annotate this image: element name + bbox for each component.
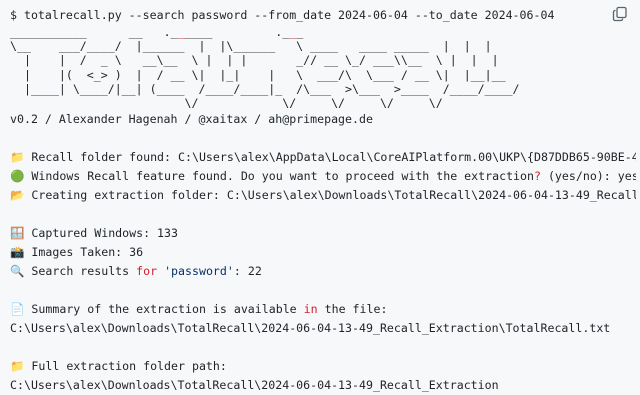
banner-line: ___________ __ .______ .___ (10, 25, 304, 39)
copy-button[interactable] (612, 6, 628, 22)
summary-line: 📄 Summary of the extraction is available… (10, 302, 388, 317)
banner-line: | | / _ \ __\__ \ | | | _// __ \_/ ___\\… (10, 53, 499, 68)
command-line: $ totalrecall.py --search password --fro… (10, 8, 555, 22)
banner-line: \__ ___/____/ |______ | |\______ \ ____ … (10, 39, 492, 54)
folder-icon: 📁 (10, 359, 25, 374)
full-path-value: C:\Users\alex\Downloads\TotalRecall\2024… (10, 378, 499, 393)
camera-icon: 📸 (10, 245, 25, 260)
summary-path: C:\Users\alex\Downloads\TotalRecall\2024… (10, 321, 611, 336)
search-icon: 🔍 (10, 264, 25, 279)
banner-line: | |( <_> ) | / __ \| |_| | \ ___/\ \___ … (10, 67, 506, 82)
version-line: v0.2 / Alexander Hagenah / @xaitax / ah@… (10, 112, 373, 127)
ascii-banner: ___________ __ .______ .___ \__ ___/____… (10, 25, 640, 110)
green-circle-icon: 🟢 (10, 169, 25, 184)
captured-windows-line: 🪟 Captured Windows: 133 (10, 226, 179, 241)
open-folder-icon: 📂 (10, 188, 25, 203)
search-results-line: 🔍 Search results for 'password': 22 (10, 264, 262, 279)
creating-folder-line: 📂 Creating extraction folder: C:\Users\a… (10, 188, 636, 203)
full-path-label: 📁 Full extraction folder path: (10, 359, 227, 374)
terminal-output: $ totalrecall.py --search password --fro… (0, 0, 640, 392)
feature-found-line: 🟢 Windows Recall feature found. Do you w… (10, 169, 636, 184)
banner-line: |____| \____/|__| (____ /____/____|_ /\_… (10, 81, 520, 96)
recall-folder-line: 📁 Recall folder found: C:\Users\alex\App… (10, 150, 636, 165)
banner-line: \/ \/ \/ \/ \/ (10, 95, 443, 110)
folder-icon: 📁 (10, 150, 25, 165)
window-icon: 🪟 (10, 226, 25, 241)
document-icon: 📄 (10, 302, 25, 317)
copy-icon (612, 6, 627, 22)
images-taken-line: 📸 Images Taken: 36 (10, 245, 144, 260)
